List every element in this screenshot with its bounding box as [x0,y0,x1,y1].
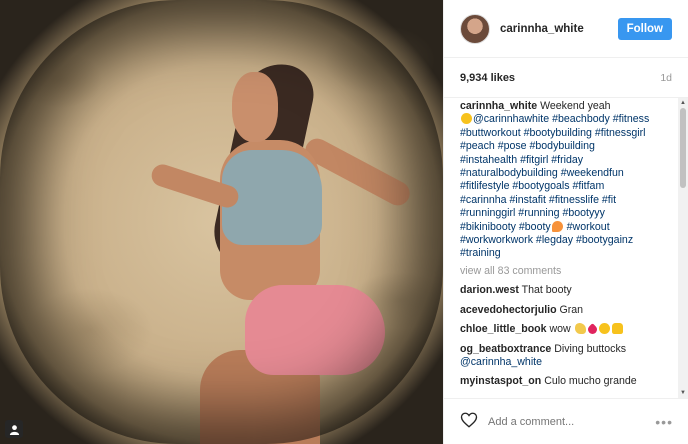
comment-username[interactable]: myinstaspot_on [460,375,541,387]
comment: acevedohectorjulio Gran [460,304,663,317]
grin-emoji-icon [598,323,610,335]
hashtag-line[interactable]: #workout [567,221,610,233]
comment-username[interactable]: og_beatboxtrance [460,343,551,355]
hashtag-line[interactable]: #naturalbodybuilding #weekendfun [460,167,624,179]
hashtag-line[interactable]: #bikinibooty #booty [460,221,551,233]
avatar[interactable] [460,13,490,44]
comment-text: wow [549,323,571,336]
comment-text: That booty [521,284,572,297]
vignette [0,0,443,444]
post-photo[interactable] [0,0,443,444]
caption-username[interactable]: carinnha_white [460,100,537,112]
user-silhouette-icon[interactable] [5,420,23,438]
tongue-emoji-icon [461,113,472,125]
username-link[interactable]: carinnha_white [500,23,618,35]
heart-emoji-icon [585,323,599,336]
hashtag-line[interactable]: #instahealth #fitgirl #friday [460,154,583,166]
hashtag-line[interactable]: #fitlifestyle #bootygoals #fitfam [460,180,604,192]
post-sidebar: carinnha_white Follow 9,934 likes 1d car… [443,0,688,444]
scroll-up-arrow-icon[interactable]: ▲ [679,99,687,107]
post-age[interactable]: 1d [660,72,672,84]
hashtag-line[interactable]: #runninggirl #running #bootyyy [460,207,605,219]
comment: chloe_little_book wow [460,323,663,336]
flexed-biceps-emoji-icon [574,323,586,335]
heart-outline-icon[interactable] [460,411,478,432]
comment-mention[interactable]: @carinnha_white [460,356,542,368]
add-comment-bar: ••• [444,398,688,444]
comment: og_beatboxtrance Diving buttocks @carinn… [460,343,663,370]
scroll-thumb[interactable] [680,108,686,188]
scroll-down-arrow-icon[interactable]: ▼ [679,389,687,397]
thumbs-up-emoji-icon [611,323,623,335]
view-all-comments-link[interactable]: view all 83 comments [460,265,663,278]
comment-username[interactable]: chloe_little_book [460,323,547,335]
caption: carinnha_white Weekend yeah @carinnhawhi… [460,100,663,261]
hashtag-line[interactable]: @carinnhawhite #beachbody #fitness [473,113,649,125]
comment-text: Gran [559,303,584,316]
peach-emoji-icon [551,220,563,232]
comments-list: carinnha_white Weekend yeah @carinnhawhi… [444,98,679,398]
ellipsis-icon[interactable]: ••• [655,414,673,430]
follow-button[interactable]: Follow [617,17,672,40]
likes-count[interactable]: 9,934 likes [460,72,515,84]
comment-text: Diving buttocks [554,342,627,355]
comments-scrollbar[interactable]: ▲ ▼ [678,98,688,398]
hashtag-line[interactable]: #training [460,247,501,259]
post-header: carinnha_white Follow [444,0,688,58]
hashtag-line[interactable]: #carinnha #instafit #fitnesslife #fit [460,194,616,206]
comment: myinstaspot_on Culo mucho grande [460,375,663,388]
hashtag-line[interactable]: #peach #pose #bodybuilding [460,140,595,152]
comment: darion.west That booty [460,284,663,297]
add-comment-input[interactable] [488,415,656,428]
comment-text: Culo mucho grande [544,375,637,388]
hashtag-line[interactable]: #workworkwork #legday #bootygainz [460,234,633,246]
likes-row: 9,934 likes 1d [444,58,688,98]
caption-text: Weekend yeah [540,100,611,112]
hashtag-line[interactable]: #buttworkout #bootybuilding #fitnessgirl [460,127,646,139]
comment-username[interactable]: acevedohectorjulio [460,304,557,316]
comment-username[interactable]: darion.west [460,284,519,296]
